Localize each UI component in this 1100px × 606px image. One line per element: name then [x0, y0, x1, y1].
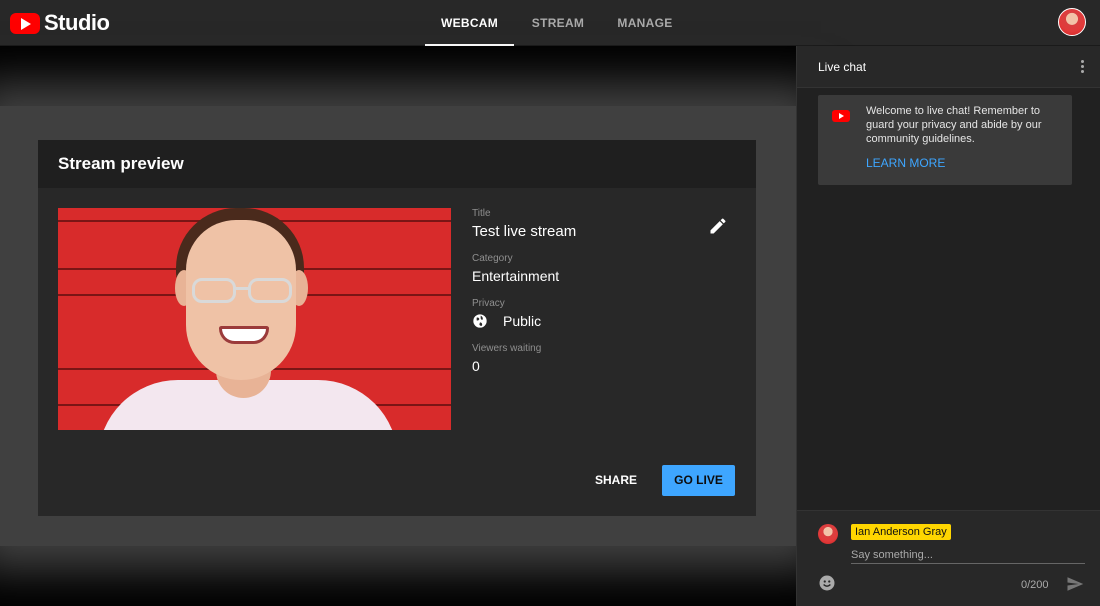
- youtube-logo-icon: [10, 12, 40, 34]
- card-heading: Stream preview: [38, 140, 756, 188]
- privacy-value: Public: [503, 313, 542, 329]
- chat-message-input[interactable]: [851, 546, 1085, 564]
- viewers-value: 0: [472, 358, 480, 374]
- live-chat-panel: Live chat Welcome to live chat! Remember…: [796, 46, 1100, 606]
- edit-pencil-icon[interactable]: [708, 216, 728, 236]
- char-count: 0/200: [1021, 579, 1049, 591]
- send-icon[interactable]: [1065, 575, 1085, 593]
- privacy-label: Privacy: [472, 298, 505, 309]
- viewers-label: Viewers waiting: [472, 343, 542, 354]
- main-area: Stream preview Title Test live stream Ca…: [0, 46, 796, 606]
- title-field: Title Test live stream: [472, 208, 732, 253]
- share-button[interactable]: SHARE: [586, 465, 646, 495]
- tab-stream[interactable]: STREAM: [514, 0, 602, 46]
- tab-manage[interactable]: MANAGE: [602, 0, 688, 46]
- globe-icon: [473, 314, 487, 328]
- privacy-row: Public: [472, 313, 732, 329]
- learn-more-link[interactable]: LEARN MORE: [866, 156, 945, 170]
- category-field: Category Entertainment: [472, 253, 732, 298]
- webcam-preview-image: [58, 208, 451, 430]
- youtube-studio-logo[interactable]: Studio: [10, 9, 110, 37]
- welcome-message: Welcome to live chat! Remember to guard …: [818, 95, 1072, 185]
- tab-webcam[interactable]: WEBCAM: [425, 0, 514, 46]
- account-avatar[interactable]: [1058, 8, 1086, 36]
- privacy-field: Privacy Public: [472, 298, 732, 343]
- chat-header: Live chat: [797, 46, 1100, 88]
- title-label: Title: [472, 208, 491, 219]
- person-smile: [219, 326, 269, 344]
- title-value: Test live stream: [472, 223, 577, 240]
- glasses-lens: [192, 278, 236, 303]
- avatar: [818, 524, 838, 544]
- glasses-lens: [248, 278, 292, 303]
- youtube-icon: [832, 110, 850, 122]
- go-live-button[interactable]: GO LIVE: [662, 465, 735, 496]
- category-value: Entertainment: [472, 268, 560, 284]
- viewers-field: Viewers waiting 0: [472, 343, 732, 388]
- logo-text: Studio: [44, 10, 110, 35]
- category-label: Category: [472, 253, 513, 264]
- emoji-icon[interactable]: [818, 574, 836, 592]
- chat-username: Ian Anderson Gray: [851, 524, 951, 540]
- glasses-bridge: [233, 287, 251, 290]
- stream-info: Title Test live stream Category Entertai…: [472, 208, 732, 388]
- stream-preview-card: Stream preview Title Test live stream Ca…: [38, 140, 756, 516]
- main-tabs: WEBCAM STREAM MANAGE: [425, 0, 688, 46]
- welcome-text: Welcome to live chat! Remember to guard …: [866, 105, 1042, 145]
- top-bar: Studio WEBCAM STREAM MANAGE: [0, 0, 1100, 46]
- more-vert-icon[interactable]: [1073, 58, 1091, 76]
- chat-input-area: Ian Anderson Gray 0/200: [797, 510, 1100, 606]
